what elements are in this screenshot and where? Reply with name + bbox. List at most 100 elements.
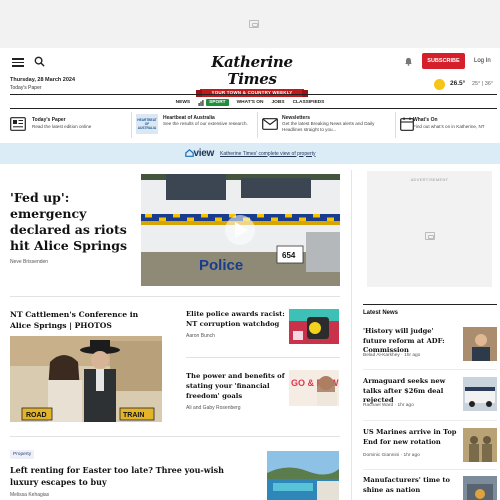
- armoured-van-photo: [463, 377, 497, 411]
- promo-whats-on[interactable]: What's On Find out what's on in Katherin…: [400, 112, 497, 138]
- newspaper-icon: [10, 117, 26, 131]
- view-property-banner[interactable]: view Katherine Times' complete view of p…: [0, 143, 500, 164]
- train-sign-text: TRAIN: [123, 412, 144, 419]
- lead-story-headline[interactable]: 'Fed up': emergency declared as riots hi…: [10, 190, 138, 254]
- promo-separator: [257, 112, 258, 138]
- conference-photo: ROAD TRAIN: [10, 336, 162, 422]
- police-car-image: Police 654: [141, 174, 340, 286]
- lead-story-image[interactable]: Police 654: [141, 174, 340, 286]
- latest-news-title[interactable]: Manufacturers' time to shine as nation: [363, 476, 459, 495]
- login-link[interactable]: Log In: [474, 58, 491, 64]
- ad-placeholder-icon: [249, 20, 259, 28]
- story-thumbnail[interactable]: [289, 309, 339, 344]
- latest-news-rule: [363, 304, 497, 305]
- nav-item-news[interactable]: NEWS: [176, 100, 190, 105]
- road-sign-text: ROAD: [26, 412, 47, 419]
- latest-news-heading: Latest News: [363, 310, 399, 316]
- todays-paper-link[interactable]: Today's Paper: [10, 85, 42, 91]
- story-headline[interactable]: The power and benefits of stating your '…: [186, 371, 286, 401]
- latest-news-item[interactable]: Manufacturers' time to shine as nation: [363, 476, 497, 500]
- latest-news-author: Rachael Ward: [363, 403, 394, 408]
- financial-freedom-image: GO & ROW: [289, 370, 339, 406]
- house-icon: [184, 149, 194, 157]
- cattlemen-conference-image[interactable]: ROAD TRAIN: [10, 336, 162, 422]
- weather-range: 25° | 36°: [472, 81, 494, 87]
- latest-news-item[interactable]: 'History will judge' future reform at AD…: [363, 327, 497, 367]
- manufacturing-photo: [463, 476, 497, 500]
- subscribe-button[interactable]: SUBSCRIBE: [422, 53, 465, 69]
- latest-news-author: Belad Al-Karkhey: [363, 353, 400, 358]
- latest-news-meta: Belad Al-Karkhey · 1hr ago: [363, 353, 421, 358]
- story-headline[interactable]: NT Cattlemen's Conference in Alice Sprin…: [10, 309, 160, 331]
- nav-item-whats-on[interactable]: WHAT'S ON: [237, 100, 264, 105]
- promo-desc: Read the latest edition online: [32, 124, 92, 129]
- marines-photo: [463, 428, 497, 462]
- promo-strip: Today's Paper Read the latest edition on…: [10, 112, 497, 138]
- story-thumbnail[interactable]: [267, 451, 339, 500]
- sport-icon: [198, 99, 204, 106]
- lead-story-author: Neve Brissenden: [10, 259, 49, 265]
- section-divider: [10, 296, 340, 297]
- nav-item-jobs[interactable]: JOBS: [272, 100, 285, 105]
- site-logo[interactable]: Katherine Times YOUR TOWN & COUNTRY WEEK…: [196, 54, 308, 97]
- view-logo-text: view: [193, 148, 215, 159]
- nav-item-sport[interactable]: SPORT: [206, 99, 229, 106]
- latest-news-thumbnail[interactable]: [463, 428, 497, 462]
- top-advertisement[interactable]: [0, 0, 500, 48]
- logo-tagline: YOUR TOWN & COUNTRY WEEKLY: [196, 89, 308, 97]
- ad-label: ADVERTISEMENT: [410, 177, 449, 182]
- nav-item-classifieds[interactable]: CLASSIFIEDS: [293, 100, 325, 105]
- latest-news-author: Dominic Giannini: [363, 453, 400, 458]
- promo-todays-paper[interactable]: Today's Paper Read the latest edition on…: [10, 112, 128, 138]
- main-nav: NEWS SPORT WHAT'S ON JOBS CLASSIFIEDS: [0, 97, 500, 108]
- column-separator: [351, 170, 352, 500]
- category-tag[interactable]: Property: [10, 450, 35, 459]
- latest-news-time: 1hr ago: [397, 403, 414, 408]
- promo-desc: Get the latest Breaking News alerts and …: [282, 121, 375, 132]
- latest-news-thumbnail[interactable]: [463, 476, 497, 500]
- latest-news-title[interactable]: US Marines arrive in Top End for new rot…: [363, 428, 459, 447]
- latest-news-time: 1hr ago: [404, 353, 421, 358]
- story-author: Aaron Bunch: [186, 333, 215, 339]
- weather-temperature[interactable]: 26.5°: [450, 80, 465, 87]
- sun-icon: [434, 79, 445, 90]
- promo-newsletters[interactable]: Newsletters Get the latest Breaking News…: [262, 112, 392, 138]
- latest-news-item[interactable]: Armaguard seeks new talks after $26m dea…: [363, 377, 497, 417]
- latest-news-divider: [363, 369, 497, 370]
- vehicle-number: 654: [282, 251, 296, 260]
- promo-separator: [395, 112, 396, 138]
- story-thumbnail[interactable]: GO & ROW: [289, 370, 339, 406]
- latest-news-meta: Dominic Giannini · 1hr ago: [363, 453, 420, 458]
- luxury-escape-image: [267, 451, 339, 500]
- bell-icon[interactable]: [404, 57, 413, 66]
- story-author: Melissa Kehagias: [10, 492, 50, 498]
- promo-title: Today's Paper: [32, 117, 66, 123]
- nav-divider: [10, 108, 497, 110]
- story-author: Ali and Gaby Rosenberg: [186, 405, 241, 411]
- promo-title: What's On: [413, 117, 438, 123]
- promo-desc: See the results of our extensive researc…: [163, 121, 248, 126]
- story-headline[interactable]: Elite police awards racist: NT corruptio…: [186, 309, 286, 329]
- promo-desc: Find out what's on in Katherine, NT: [413, 124, 485, 129]
- story-divider: [186, 357, 340, 358]
- view-logo: view: [184, 148, 215, 159]
- heartbeat-logo: HEARTBEAT OF AUSTRALIA: [136, 114, 158, 134]
- story-headline[interactable]: Left renting for Easter too late? Three …: [10, 465, 230, 488]
- sidebar-advertisement[interactable]: ADVERTISEMENT: [367, 171, 492, 287]
- search-icon[interactable]: [34, 56, 45, 67]
- banner-text[interactable]: Katherine Times' complete view of proper…: [220, 151, 315, 157]
- current-date: Thursday, 28 March 2024: [10, 77, 76, 83]
- latest-news-title[interactable]: Armaguard seeks new talks after $26m dea…: [363, 377, 459, 406]
- police-awards-illustration: [289, 309, 339, 344]
- promo-separator: [131, 112, 132, 138]
- menu-icon[interactable]: [12, 58, 24, 67]
- latest-news-thumbnail[interactable]: [463, 377, 497, 411]
- promo-heartbeat[interactable]: HEARTBEAT OF AUSTRALIA Heartbeat of Aust…: [136, 112, 254, 138]
- latest-news-divider: [363, 469, 497, 470]
- latest-news-title[interactable]: 'History will judge' future reform at AD…: [363, 327, 459, 356]
- latest-news-time: 1hr ago: [403, 453, 420, 458]
- latest-news-thumbnail[interactable]: [463, 327, 497, 361]
- latest-news-item[interactable]: US Marines arrive in Top End for new rot…: [363, 428, 497, 468]
- ad-placeholder-icon: [425, 232, 435, 240]
- latest-news-divider: [363, 420, 497, 421]
